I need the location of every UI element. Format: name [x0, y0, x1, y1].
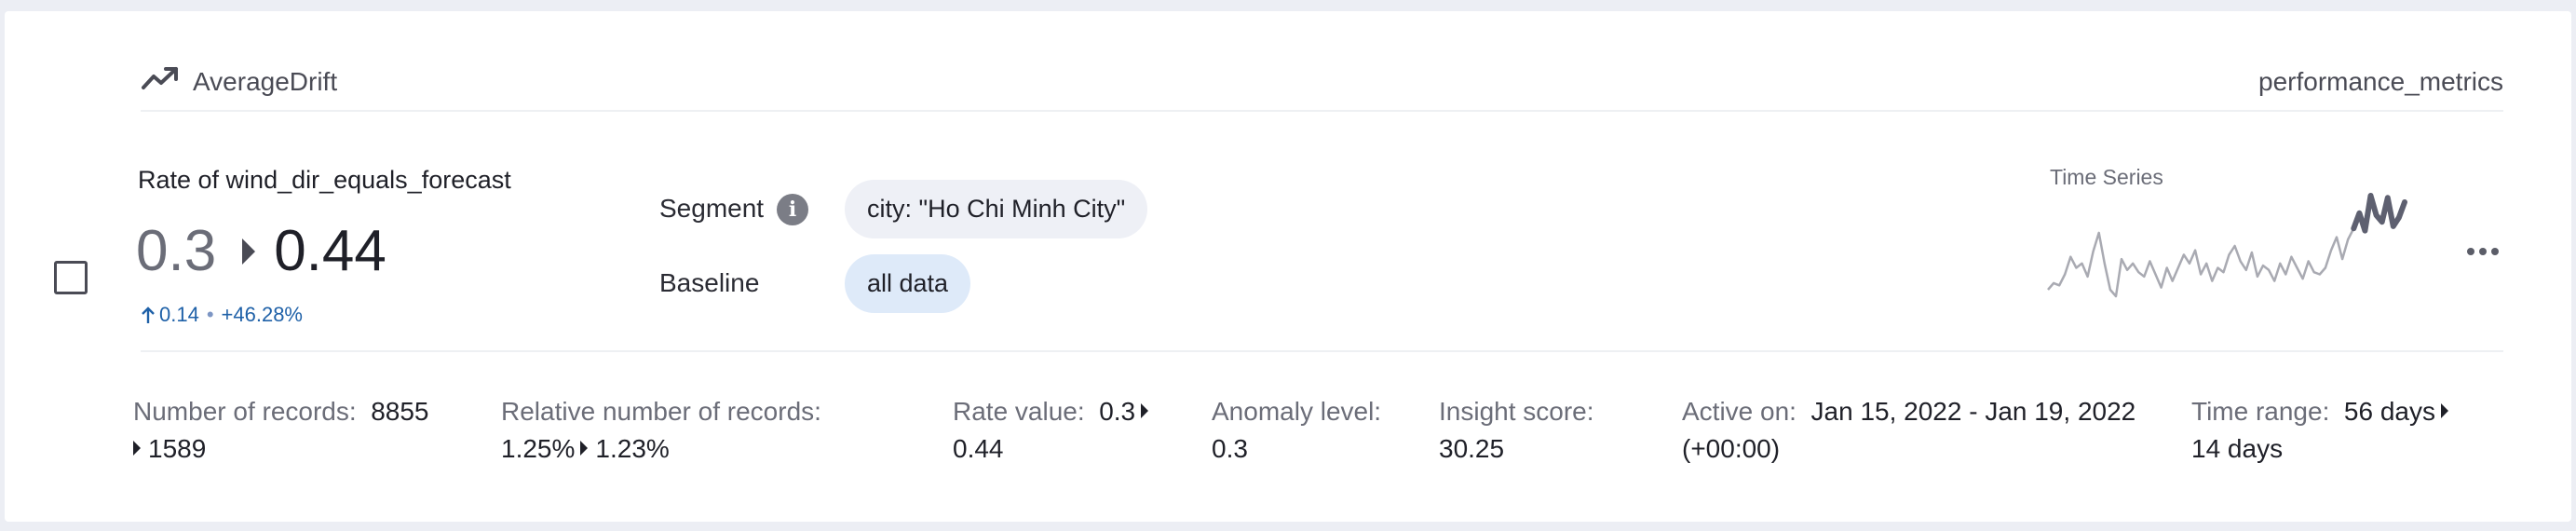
stat-label: Active on:	[1682, 397, 1796, 426]
category-label: performance_metrics	[2258, 67, 2503, 96]
stat-label: Anomaly level:	[1212, 397, 1382, 426]
stat-label: Number of records:	[133, 397, 357, 426]
stat-timezone: (+00:00)	[1682, 434, 1781, 463]
info-icon[interactable]: i	[777, 194, 808, 225]
baseline-label: Baseline	[659, 268, 760, 297]
delta-percent: +46.28%	[221, 303, 303, 326]
select-checkbox[interactable]	[54, 261, 88, 294]
baseline-chip[interactable]: all data	[845, 254, 971, 313]
stat-time-range: Time range: 56 days 14 days	[2191, 393, 2508, 468]
stat-new-value: 1.23%	[595, 434, 670, 463]
stat-old-value: 0.3	[1099, 397, 1136, 426]
stat-old-value: 56 days	[2343, 397, 2435, 426]
metric-delta: 0.14 • +46.28%	[141, 300, 303, 330]
caret-right-icon	[580, 441, 589, 456]
stat-new-value: 0.44	[953, 434, 1004, 463]
stat-rate-value: Rate value: 0.3 0.44	[953, 393, 1195, 468]
header-divider	[141, 110, 2503, 112]
time-series-sparkline[interactable]	[2042, 190, 2410, 302]
metric-new-value: 0.44	[274, 219, 386, 283]
stat-label: Relative number of records:	[501, 397, 821, 426]
segment-chip[interactable]: city: "Ho Chi Minh City"	[845, 180, 1148, 238]
stat-old-value: 8855	[371, 397, 429, 426]
stat-value: 0.3	[1212, 434, 1248, 463]
stat-number-of-records: Number of records: 8855 1589	[133, 393, 468, 468]
more-options-button[interactable]	[2460, 233, 2506, 270]
metric-old-value: 0.3	[136, 219, 217, 283]
sparkline-segment-series	[2351, 193, 2407, 234]
stat-relative-records: Relative number of records: 1.25% 1.23%	[501, 393, 892, 468]
arrow-up-icon	[142, 306, 155, 323]
delta-separator: •	[206, 303, 214, 326]
metric-value-change: 0.3 0.44	[136, 218, 386, 285]
trending-up-icon	[142, 67, 178, 89]
sparkline-baseline-series	[2047, 227, 2355, 298]
caret-right-icon	[242, 238, 256, 265]
caret-right-icon	[2441, 403, 2448, 418]
stat-value: Jan 15, 2022 - Jan 19, 2022	[1810, 397, 2136, 426]
caret-right-icon	[1141, 403, 1149, 418]
insight-type-label: AverageDrift	[193, 67, 338, 96]
stat-value: 30.25	[1439, 434, 1505, 463]
stats-divider	[141, 350, 2503, 352]
insight-card: AverageDrift performance_metrics Rate of…	[5, 11, 2571, 522]
stat-active-on: Active on: Jan 15, 2022 - Jan 19, 2022 (…	[1682, 393, 2166, 468]
metric-title: Rate of wind_dir_equals_forecast	[138, 166, 511, 194]
more-dot-icon	[2491, 248, 2499, 255]
caret-right-icon	[133, 441, 141, 456]
segment-label: Segment	[659, 194, 765, 223]
stat-insight-score: Insight score: 30.25	[1439, 393, 1644, 468]
more-dot-icon	[2467, 248, 2474, 255]
time-series-label: Time Series	[2050, 165, 2163, 189]
delta-absolute: 0.14	[159, 303, 199, 326]
stat-label: Insight score:	[1439, 397, 1594, 426]
stat-anomaly-level: Anomaly level: 0.3	[1212, 393, 1417, 468]
stat-new-value: 14 days	[2191, 434, 2284, 463]
stat-new-value: 1589	[148, 434, 207, 463]
stat-label: Time range:	[2191, 397, 2330, 426]
more-dot-icon	[2479, 248, 2487, 255]
stat-label: Rate value:	[953, 397, 1085, 426]
stat-old-value: 1.25%	[501, 434, 576, 463]
